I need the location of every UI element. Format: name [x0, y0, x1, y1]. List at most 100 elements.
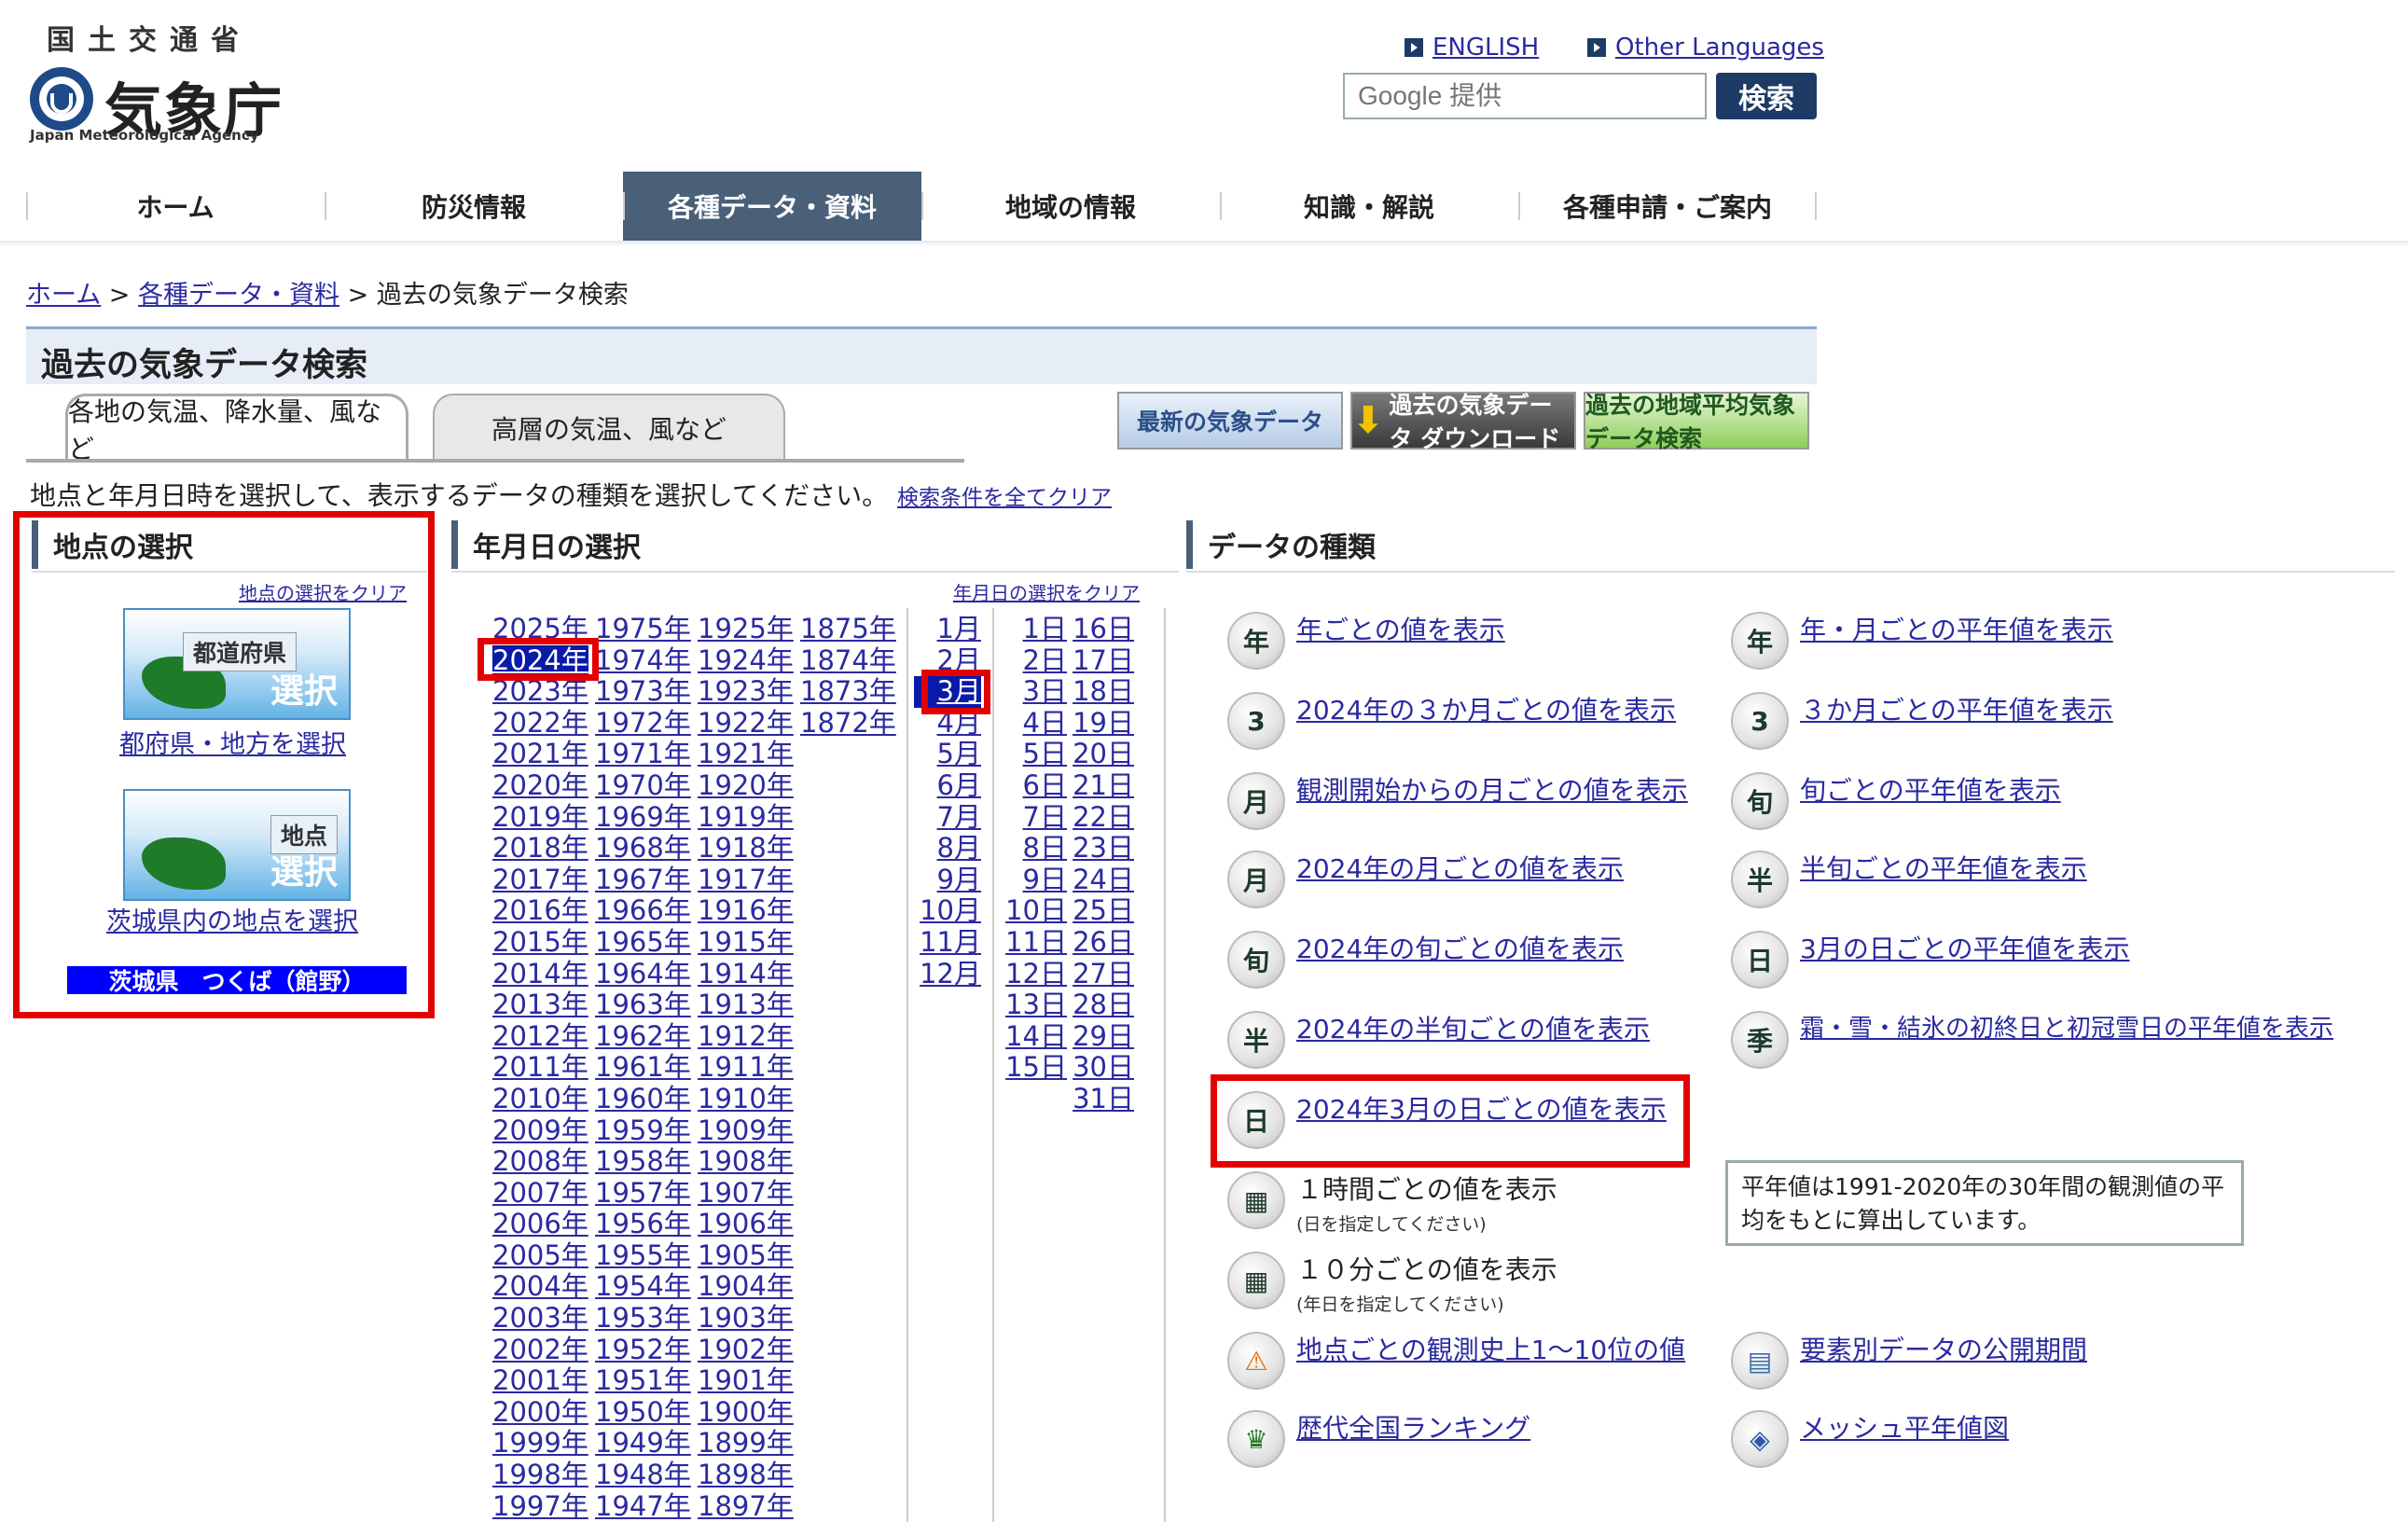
- normal-seasonal[interactable]: 季 霜・雪・結氷の初終日と初冠雪日の平年値を表示: [1731, 1011, 2333, 1069]
- date-option[interactable]: 2009年: [492, 1114, 588, 1147]
- date-option[interactable]: 2020年: [492, 769, 588, 802]
- date-option[interactable]: 23日: [1071, 833, 1134, 865]
- date-option[interactable]: 1874年: [800, 644, 896, 677]
- date-option[interactable]: 3日: [1003, 676, 1067, 708]
- date-option[interactable]: 1916年: [698, 895, 794, 927]
- date-option[interactable]: 29日: [1071, 1020, 1134, 1053]
- date-option[interactable]: 4日: [1003, 707, 1067, 740]
- date-option[interactable]: 1972年: [595, 707, 691, 740]
- date-option[interactable]: 21日: [1071, 769, 1134, 802]
- tab-upper-air[interactable]: 高層の気温、風など: [433, 394, 785, 461]
- date-option[interactable]: 1998年: [492, 1459, 588, 1491]
- date-option[interactable]: 1967年: [595, 864, 691, 896]
- date-option[interactable]: 25日: [1071, 895, 1134, 927]
- date-option[interactable]: 20日: [1071, 739, 1134, 770]
- date-option[interactable]: 7日: [1003, 801, 1067, 834]
- mesh-normal-link[interactable]: ◈ メッシュ平年値図: [1731, 1410, 2009, 1468]
- date-option[interactable]: 1947年: [595, 1490, 691, 1522]
- date-option[interactable]: 1958年: [595, 1145, 691, 1178]
- date-option[interactable]: 1925年: [698, 613, 794, 645]
- date-option[interactable]: 2016年: [492, 895, 588, 927]
- date-option[interactable]: 1921年: [698, 739, 794, 770]
- date-option[interactable]: 2012年: [492, 1020, 588, 1053]
- date-option[interactable]: 1924年: [698, 644, 794, 677]
- date-option[interactable]: 19日: [1071, 707, 1134, 740]
- date-option[interactable]: 1973年: [595, 676, 691, 708]
- date-option[interactable]: 1919年: [698, 801, 794, 834]
- english-link[interactable]: ENGLISH: [1405, 34, 1539, 62]
- date-clear-link[interactable]: 年月日の選択をクリア: [953, 578, 1140, 605]
- search-input[interactable]: [1343, 73, 1707, 119]
- date-option[interactable]: 1913年: [698, 989, 794, 1021]
- date-option[interactable]: 7月: [914, 801, 981, 834]
- date-option[interactable]: 1997年: [492, 1490, 588, 1522]
- breadcrumb-data[interactable]: 各種データ・資料: [138, 281, 339, 310]
- date-option[interactable]: 5月: [914, 739, 981, 770]
- date-option[interactable]: 12日: [1003, 958, 1067, 990]
- date-option[interactable]: 9日: [1003, 864, 1067, 896]
- date-option[interactable]: 12月: [914, 958, 981, 990]
- date-option[interactable]: 2014年: [492, 958, 588, 990]
- date-option[interactable]: 1956年: [595, 1209, 691, 1240]
- date-option[interactable]: 11日: [1003, 926, 1067, 959]
- regional-normal-banner[interactable]: 過去の地域平均気象データ検索: [1584, 392, 1809, 452]
- date-option[interactable]: 26日: [1071, 926, 1134, 959]
- date-option[interactable]: 6月: [914, 769, 981, 802]
- date-option[interactable]: 1951年: [595, 1365, 691, 1397]
- date-option[interactable]: 1917年: [698, 864, 794, 896]
- date-option[interactable]: 2010年: [492, 1083, 588, 1115]
- date-option[interactable]: 24日: [1071, 864, 1134, 896]
- date-option[interactable]: 2006年: [492, 1209, 588, 1240]
- nav-home[interactable]: ホーム: [26, 172, 325, 241]
- normal-5day[interactable]: 半 半旬ごとの平年値を表示: [1731, 851, 2087, 908]
- date-option[interactable]: 1962年: [595, 1020, 691, 1053]
- date-option[interactable]: 1964年: [595, 958, 691, 990]
- date-option[interactable]: 1968年: [595, 833, 691, 865]
- datatype-5day[interactable]: 半 2024年の半旬ごとの値を表示: [1227, 1011, 1650, 1069]
- datatype-10day[interactable]: 旬 2024年の旬ごとの値を表示: [1227, 931, 1624, 989]
- date-option[interactable]: 13日: [1003, 989, 1067, 1021]
- normal-10day[interactable]: 旬 旬ごとの平年値を表示: [1731, 772, 2061, 830]
- date-option[interactable]: 10月: [914, 895, 981, 927]
- date-option[interactable]: 2019年: [492, 801, 588, 834]
- date-option[interactable]: 2000年: [492, 1396, 588, 1429]
- date-option[interactable]: 2003年: [492, 1302, 588, 1335]
- date-option[interactable]: 17日: [1071, 644, 1134, 677]
- date-option[interactable]: 1949年: [595, 1428, 691, 1460]
- nav-knowledge[interactable]: 知識・解説: [1220, 172, 1518, 241]
- date-option[interactable]: 1965年: [595, 926, 691, 959]
- date-option[interactable]: 1953年: [595, 1302, 691, 1335]
- date-option[interactable]: 1899年: [698, 1428, 794, 1460]
- date-option[interactable]: 1970年: [595, 769, 691, 802]
- date-option[interactable]: 1957年: [595, 1177, 691, 1210]
- date-option[interactable]: 1915年: [698, 926, 794, 959]
- date-option[interactable]: 11月: [914, 926, 981, 959]
- date-option[interactable]: 1966年: [595, 895, 691, 927]
- date-option[interactable]: 2001年: [492, 1365, 588, 1397]
- date-option[interactable]: 1918年: [698, 833, 794, 865]
- date-option[interactable]: 1905年: [698, 1239, 794, 1272]
- date-option[interactable]: 18日: [1071, 676, 1134, 708]
- date-option[interactable]: 1952年: [595, 1334, 691, 1366]
- date-option[interactable]: 1920年: [698, 769, 794, 802]
- date-option[interactable]: 15日: [1003, 1052, 1067, 1084]
- date-option[interactable]: 1950年: [595, 1396, 691, 1429]
- datatype-monthly-since-start[interactable]: 月 観測開始からの月ごとの値を表示: [1227, 772, 1688, 830]
- jma-logo[interactable]: 国土交通省 気象庁 Japan Meteorological Agency: [26, 17, 282, 147]
- date-option[interactable]: 2005年: [492, 1239, 588, 1272]
- date-option[interactable]: 31日: [1071, 1083, 1134, 1115]
- date-option[interactable]: 2004年: [492, 1271, 588, 1303]
- date-option[interactable]: 1975年: [595, 613, 691, 645]
- date-option[interactable]: 2002年: [492, 1334, 588, 1366]
- nav-application[interactable]: 各種申請・ご案内: [1518, 172, 1817, 241]
- data-period-link[interactable]: ▤ 要素別データの公開期間: [1731, 1332, 2087, 1390]
- date-option[interactable]: 1908年: [698, 1145, 794, 1178]
- date-option[interactable]: 1909年: [698, 1114, 794, 1147]
- datatype-monthly[interactable]: 月 2024年の月ごとの値を表示: [1227, 851, 1624, 908]
- normal-yearly-monthly[interactable]: 年 年・月ごとの平年値を表示: [1731, 612, 2113, 670]
- date-option[interactable]: 1922年: [698, 707, 794, 740]
- nav-region[interactable]: 地域の情報: [921, 172, 1220, 241]
- date-option[interactable]: 9月: [914, 864, 981, 896]
- normal-3month[interactable]: 3 ３か月ごとの平年値を表示: [1731, 692, 2113, 750]
- nav-disaster[interactable]: 防災情報: [325, 172, 623, 241]
